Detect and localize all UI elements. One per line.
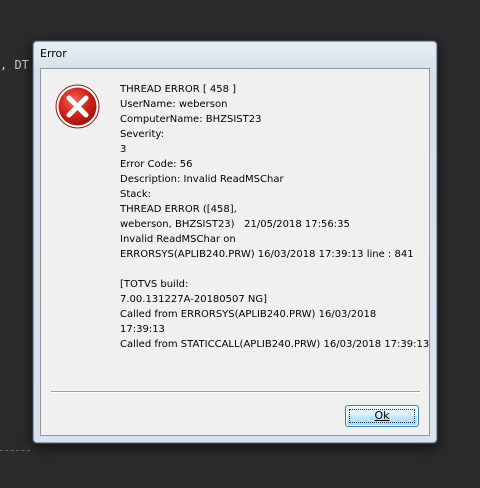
error-dialog: Error THREAD ERROR [ 458 ] UserName: webe…	[32, 40, 438, 444]
dialog-titlebar[interactable]: Error	[33, 41, 437, 67]
ok-button-label: Ok	[374, 409, 390, 422]
dialog-separator	[51, 391, 420, 393]
message-line: THREAD ERROR ([458],	[120, 204, 237, 215]
ok-button[interactable]: Ok	[345, 405, 419, 427]
message-line: 7.00.131227A-20180507 NG]	[120, 294, 268, 305]
message-line: Called from ERRORSYS(APLIB240.PRW) 16/03…	[120, 309, 377, 320]
message-line	[120, 262, 425, 277]
message-line: Invalid ReadMSChar on	[120, 234, 236, 245]
background-divider	[0, 450, 30, 451]
message-line: Error Code: 56	[120, 159, 193, 170]
dialog-body: THREAD ERROR [ 458 ] UserName: weberson Co…	[40, 68, 430, 436]
message-line: 17:39:13	[120, 324, 165, 335]
message-line: Stack:	[120, 189, 152, 200]
dialog-title: Error	[40, 47, 67, 60]
message-line: ComputerName: BHZSIST23	[120, 114, 262, 125]
message-line: Called from STATICCALL(APLIB240.PRW) 16/…	[120, 339, 430, 350]
message-line: THREAD ERROR [ 458 ]	[120, 84, 237, 95]
message-line: Severity:	[120, 129, 164, 140]
background-code-fragment: , DT	[0, 58, 29, 72]
message-line: 3	[120, 144, 127, 155]
message-line: [TOTVS build:	[120, 279, 189, 290]
error-message: THREAD ERROR [ 458 ] UserName: weberson Co…	[120, 82, 430, 352]
message-line: weberson, BHZSIST23) 21/05/2018 17:56:35	[120, 219, 350, 230]
message-line: UserName: weberson	[120, 99, 228, 110]
message-line: ERRORSYS(APLIB240.PRW) 16/03/2018 17:39:…	[120, 249, 414, 260]
error-x-icon	[55, 84, 100, 129]
message-line: Description: Invalid ReadMSChar	[120, 174, 284, 185]
